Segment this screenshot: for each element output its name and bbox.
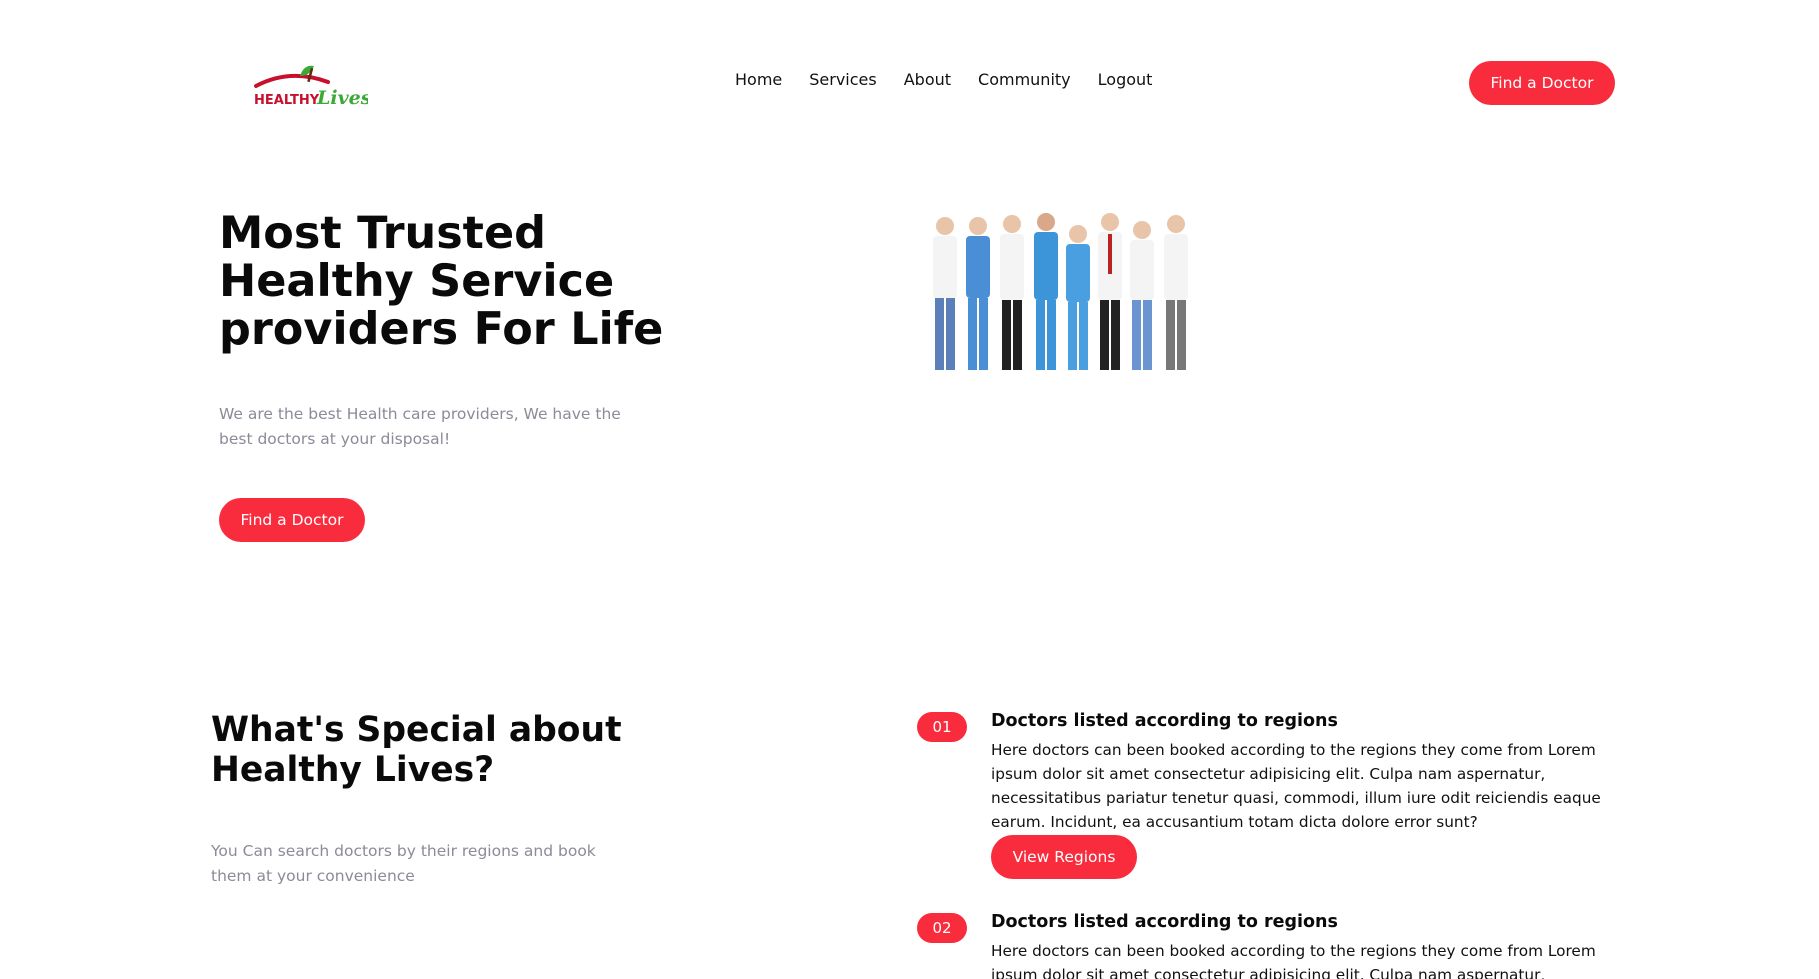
svg-text:Lives: Lives [316,87,368,109]
doctor-figure [1164,215,1188,370]
doctor-figure [1130,221,1154,370]
feature-title: Doctors listed according to regions [991,912,1338,932]
doctor-figure [1000,215,1024,370]
hero-find-doctor-button[interactable]: Find a Doctor [219,498,365,542]
nav-logout-link[interactable]: Logout [1098,70,1153,89]
special-section-subtitle: You Can search doctors by their regions … [211,842,596,885]
feature-title: Doctors listed according to regions [991,711,1338,731]
svg-text:HEALTHY: HEALTHY [254,93,320,108]
doctor-figure [966,217,990,370]
healthy-lives-logo[interactable]: HEALTHY Lives [252,62,368,112]
feature-description: Here doctors can been booked according t… [991,741,1601,831]
feature-description: Here doctors can been booked according t… [991,942,1596,979]
special-section-title: What's Special about Healthy Lives? [211,710,622,790]
hero-title: Most Trusted Healthy Service providers F… [219,208,664,355]
header-find-doctor-button[interactable]: Find a Doctor [1469,61,1615,105]
doctor-figure [1098,213,1122,370]
doctor-figure [1066,225,1090,370]
doctor-figure [1034,213,1058,370]
feature-number-badge: 02 [917,913,967,943]
view-regions-button[interactable]: View Regions [991,835,1137,879]
hero-subtitle: We are the best Health care providers, W… [219,405,621,448]
nav-services-link[interactable]: Services [809,70,876,89]
nav-community-link[interactable]: Community [978,70,1071,89]
feature-number-badge: 01 [917,712,967,742]
doctor-figure [933,217,957,370]
nav-home-link[interactable]: Home [735,70,782,89]
doctors-group-image [933,213,1188,370]
nav-about-link[interactable]: About [904,70,951,89]
main-nav: Home Services About Community Logout [735,70,1152,89]
